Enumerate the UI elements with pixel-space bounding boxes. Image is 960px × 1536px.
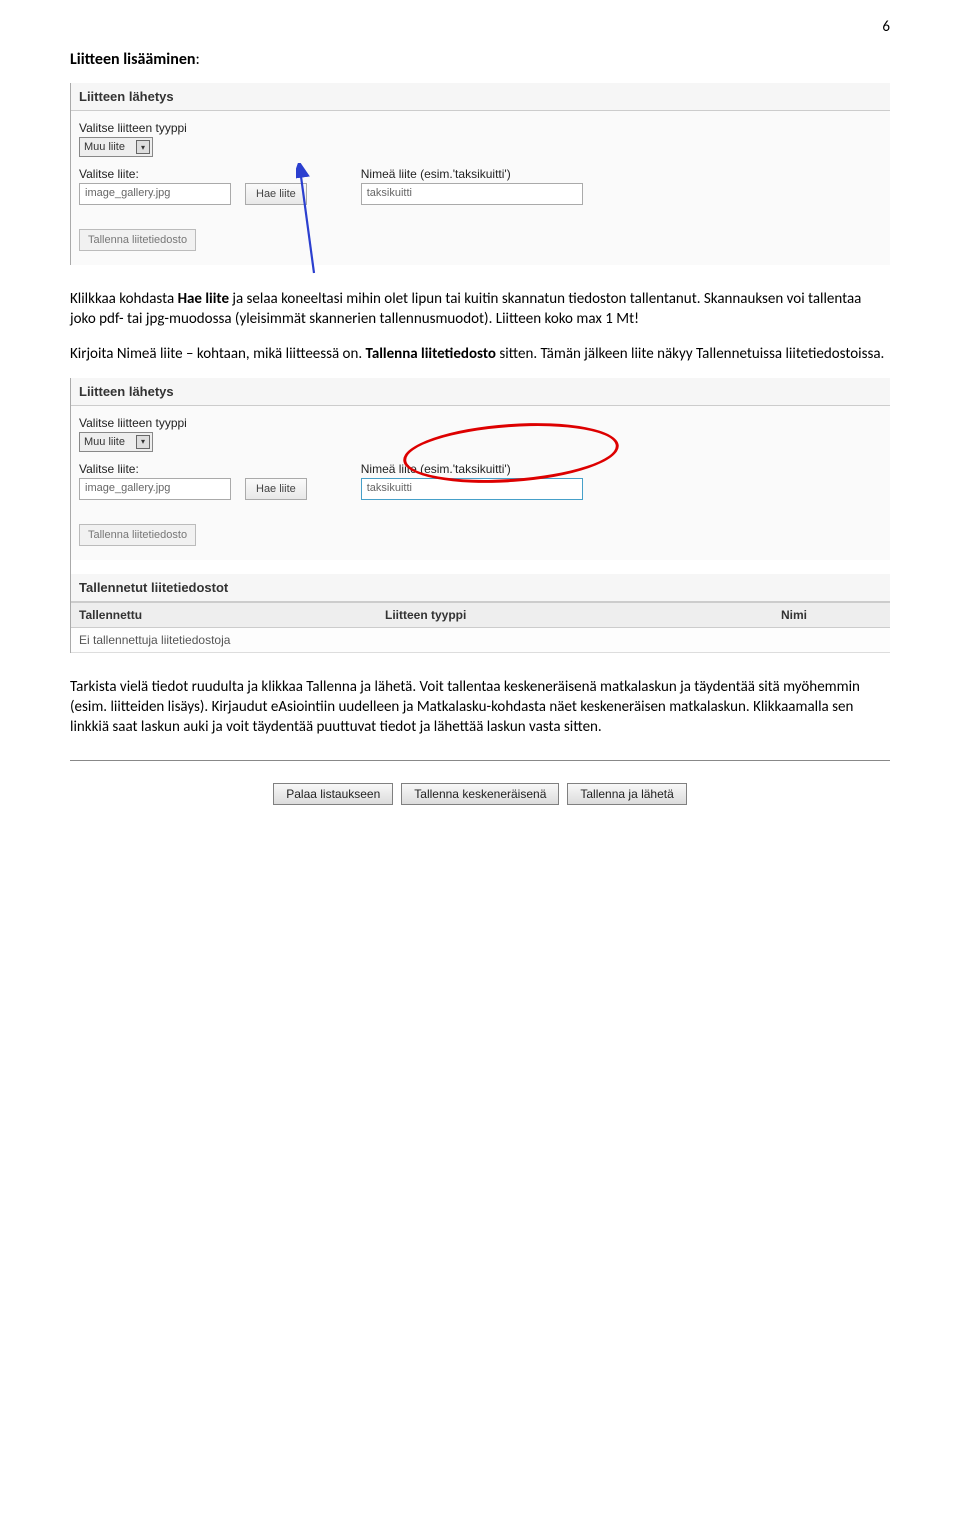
- panel-title: Liitteen lähetys: [71, 83, 890, 111]
- panel2-body: Valitse liitteen tyyppi Muu liite ▾ Vali…: [71, 406, 890, 560]
- p2-post: sitten. Tämän jälkeen liite näkyy Tallen…: [496, 345, 884, 363]
- back-button[interactable]: Palaa listaukseen: [273, 783, 393, 805]
- p2-pre: Kirjoita Nimeä liite – kohtaan, mikä lii…: [70, 345, 366, 363]
- saved-panel: Tallennetut liitetiedostot Tallennettu L…: [71, 574, 890, 653]
- name-label: Nimeä liite (esim.'taksikuitti'): [361, 167, 583, 181]
- divider: [70, 760, 890, 761]
- type-select-2[interactable]: Muu liite ▾: [79, 432, 153, 452]
- type-label-2: Valitse liitteen tyyppi: [79, 416, 882, 430]
- footer-buttons: Palaa listaukseen Tallenna keskeneräisen…: [70, 783, 890, 805]
- final-paragraph: Tarkista vielä tiedot ruudulta ja klikka…: [70, 677, 890, 738]
- attachment-panel-inner: Liitteen lähetys Valitse liitteen tyyppi…: [71, 83, 890, 265]
- p2-bold: Tallenna liitetiedosto: [366, 345, 496, 363]
- type-select-value-2: Muu liite: [84, 436, 125, 448]
- panel-body: Valitse liitteen tyyppi Muu liite ▾ Vali…: [71, 111, 890, 265]
- col-type: Liitteen tyyppi: [377, 603, 773, 627]
- page-heading: Liitteen lisääminen:: [70, 50, 890, 69]
- save-send-button[interactable]: Tallenna ja lähetä: [567, 783, 686, 805]
- type-select[interactable]: Muu liite ▾: [79, 137, 153, 157]
- type-field: Valitse liitteen tyyppi Muu liite ▾: [79, 121, 882, 157]
- name-input-2[interactable]: taksikuitti: [361, 478, 583, 500]
- save-row: Tallenna liitetiedosto: [79, 229, 882, 251]
- instruction-paragraph-2: Kirjoita Nimeä liite – kohtaan, mikä lii…: [70, 344, 890, 364]
- heading-text: Liitteen lisääminen: [70, 50, 195, 69]
- attachment-panel-2: Liitteen lähetys Valitse liitteen tyyppi…: [70, 378, 890, 653]
- p1-pre: Klilkkaa kohdasta: [70, 290, 178, 308]
- heading-colon: :: [195, 50, 199, 69]
- file-row: Valitse liite: image_gallery.jpg Hae lii…: [79, 167, 882, 205]
- file-input-2[interactable]: image_gallery.jpg: [79, 478, 231, 500]
- file-field-2: Valitse liite: image_gallery.jpg: [79, 462, 231, 500]
- file-field: Valitse liite: image_gallery.jpg: [79, 167, 231, 205]
- save-draft-button[interactable]: Tallenna keskeneräisenä: [401, 783, 559, 805]
- saved-columns: Tallennettu Liitteen tyyppi Nimi: [71, 602, 890, 628]
- browse-button-2[interactable]: Hae liite: [245, 478, 307, 500]
- save-row-2: Tallenna liitetiedosto: [79, 524, 882, 546]
- type-select-value: Muu liite: [84, 141, 125, 153]
- saved-title: Tallennetut liitetiedostot: [71, 574, 890, 602]
- file-label-2: Valitse liite:: [79, 462, 231, 476]
- type-label: Valitse liitteen tyyppi: [79, 121, 882, 135]
- save-attachment-button-2[interactable]: Tallenna liitetiedosto: [79, 524, 196, 546]
- type-field-2: Valitse liitteen tyyppi Muu liite ▾: [79, 416, 882, 452]
- page-number: 6: [882, 18, 890, 36]
- file-input[interactable]: image_gallery.jpg: [79, 183, 231, 205]
- name-label-2: Nimeä liite (esim.'taksikuitti'): [361, 462, 583, 476]
- file-label: Valitse liite:: [79, 167, 231, 181]
- name-field: Nimeä liite (esim.'taksikuitti') taksiku…: [361, 167, 583, 205]
- empty-row: Ei tallennettuja liitetiedostoja: [71, 628, 890, 653]
- col-name: Nimi: [773, 603, 890, 627]
- attachment-panel-2-inner: Liitteen lähetys Valitse liitteen tyyppi…: [71, 378, 890, 560]
- browse-button[interactable]: Hae liite: [245, 183, 307, 205]
- name-input[interactable]: taksikuitti: [361, 183, 583, 205]
- file-row-2: Valitse liite: image_gallery.jpg Hae lii…: [79, 462, 882, 500]
- panel2-title: Liitteen lähetys: [71, 378, 890, 406]
- chevron-down-icon: ▾: [136, 435, 150, 449]
- col-saved: Tallennettu: [71, 603, 377, 627]
- save-attachment-button[interactable]: Tallenna liitetiedosto: [79, 229, 196, 251]
- attachment-panel-1: Liitteen lähetys Valitse liitteen tyyppi…: [70, 83, 890, 265]
- chevron-down-icon: ▾: [136, 140, 150, 154]
- instruction-paragraph-1: Klilkkaa kohdasta Hae liite ja selaa kon…: [70, 289, 890, 330]
- name-field-2: Nimeä liite (esim.'taksikuitti') taksiku…: [361, 462, 583, 500]
- p1-bold: Hae liite: [178, 290, 229, 308]
